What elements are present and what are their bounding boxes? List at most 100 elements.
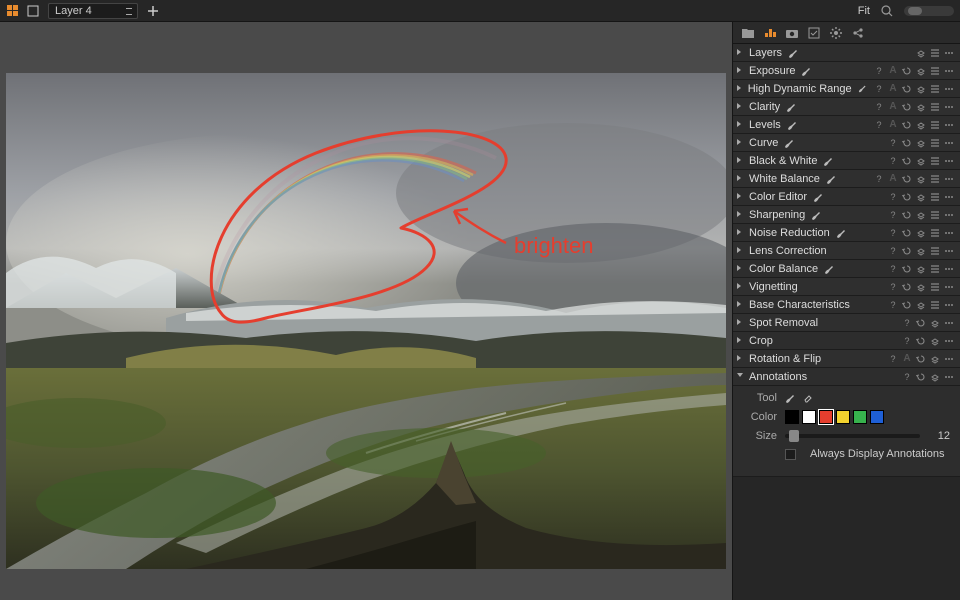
panel-header-color-editor[interactable]: Color Editor? (733, 188, 960, 206)
browser-grid-icon[interactable] (6, 5, 18, 17)
size-slider[interactable] (785, 434, 920, 438)
menu-icon[interactable] (930, 282, 940, 292)
undo-icon[interactable] (902, 282, 912, 292)
undo-icon[interactable] (902, 138, 912, 148)
local-adjust-brush-icon[interactable] (824, 264, 834, 274)
color-swatch[interactable] (802, 410, 816, 424)
undo-icon[interactable] (916, 318, 926, 328)
panel-header-black-white[interactable]: Black & White? (733, 152, 960, 170)
menu-icon[interactable] (930, 264, 940, 274)
help-icon[interactable]: ? (874, 102, 884, 112)
library-tab-icon[interactable] (741, 26, 755, 40)
copy-icon[interactable] (916, 264, 926, 274)
pen-tool-icon[interactable] (785, 393, 795, 403)
menu-icon[interactable] (930, 228, 940, 238)
more-icon[interactable] (944, 318, 954, 328)
local-adjust-brush-icon[interactable] (813, 192, 823, 202)
copy-icon[interactable] (916, 246, 926, 256)
help-icon[interactable]: ? (888, 192, 898, 202)
auto-icon[interactable]: A (888, 120, 898, 130)
panel-header-white-balance[interactable]: White Balance?A (733, 170, 960, 188)
more-icon[interactable] (944, 210, 954, 220)
local-adjust-brush-icon[interactable] (811, 210, 821, 220)
color-swatch[interactable] (785, 410, 799, 424)
undo-icon[interactable] (916, 336, 926, 346)
menu-icon[interactable] (930, 210, 940, 220)
image-viewer[interactable]: brighten (0, 22, 732, 600)
panel-header-clarity[interactable]: Clarity?A (733, 98, 960, 116)
more-icon[interactable] (944, 264, 954, 274)
menu-icon[interactable] (930, 138, 940, 148)
help-icon[interactable]: ? (874, 84, 884, 94)
undo-icon[interactable] (916, 372, 926, 382)
help-icon[interactable]: ? (888, 354, 898, 364)
magnifier-icon[interactable] (880, 4, 894, 18)
eraser-tool-icon[interactable] (803, 393, 813, 403)
zoom-slider[interactable] (904, 6, 954, 16)
more-icon[interactable] (944, 192, 954, 202)
undo-icon[interactable] (902, 156, 912, 166)
menu-icon[interactable] (930, 300, 940, 310)
more-icon[interactable] (944, 48, 954, 58)
copy-icon[interactable] (930, 354, 940, 364)
crop-toggle-icon[interactable] (26, 4, 40, 18)
local-adjust-brush-icon[interactable] (801, 66, 811, 76)
add-layer-icon[interactable] (146, 4, 160, 18)
layer-select[interactable]: Layer 4 (48, 3, 138, 19)
copy-icon[interactable] (916, 84, 926, 94)
panel-header-base-characteristics[interactable]: Base Characteristics? (733, 296, 960, 314)
undo-icon[interactable] (902, 174, 912, 184)
help-icon[interactable]: ? (888, 246, 898, 256)
panel-header-vignetting[interactable]: Vignetting? (733, 278, 960, 296)
menu-icon[interactable] (930, 84, 940, 94)
color-swatch[interactable] (836, 410, 850, 424)
local-adjust-brush-icon[interactable] (858, 84, 866, 94)
copy-icon[interactable] (916, 48, 926, 58)
copy-icon[interactable] (930, 336, 940, 346)
local-adjust-brush-icon[interactable] (784, 138, 794, 148)
local-adjust-brush-icon[interactable] (786, 102, 796, 112)
help-icon[interactable]: ? (902, 372, 912, 382)
more-icon[interactable] (944, 228, 954, 238)
share-tab-icon[interactable] (851, 26, 865, 40)
help-icon[interactable]: ? (888, 282, 898, 292)
more-icon[interactable] (944, 138, 954, 148)
color-swatch[interactable] (819, 410, 833, 424)
local-adjust-brush-icon[interactable] (826, 174, 836, 184)
more-icon[interactable] (944, 66, 954, 76)
panel-header-layers[interactable]: Layers (733, 44, 960, 62)
undo-icon[interactable] (902, 120, 912, 130)
copy-icon[interactable] (916, 228, 926, 238)
panel-header-rotation-flip[interactable]: Rotation & Flip?A (733, 350, 960, 368)
copy-icon[interactable] (916, 174, 926, 184)
undo-icon[interactable] (902, 102, 912, 112)
undo-icon[interactable] (902, 84, 912, 94)
capture-tab-icon[interactable] (785, 26, 799, 40)
more-icon[interactable] (944, 300, 954, 310)
color-swatch[interactable] (853, 410, 867, 424)
settings-tab-icon[interactable] (829, 26, 843, 40)
more-icon[interactable] (944, 102, 954, 112)
panel-header-spot-removal[interactable]: Spot Removal? (733, 314, 960, 332)
auto-icon[interactable]: A (888, 84, 898, 94)
color-swatch[interactable] (870, 410, 884, 424)
help-icon[interactable]: ? (874, 174, 884, 184)
panel-header-color-balance[interactable]: Color Balance? (733, 260, 960, 278)
undo-icon[interactable] (902, 66, 912, 76)
copy-icon[interactable] (930, 372, 940, 382)
copy-icon[interactable] (916, 138, 926, 148)
help-icon[interactable]: ? (874, 120, 884, 130)
auto-icon[interactable]: A (888, 66, 898, 76)
copy-icon[interactable] (916, 210, 926, 220)
menu-icon[interactable] (930, 174, 940, 184)
panel-header-sharpening[interactable]: Sharpening? (733, 206, 960, 224)
menu-icon[interactable] (930, 156, 940, 166)
zoom-fit-label[interactable]: Fit (858, 5, 870, 17)
more-icon[interactable] (944, 246, 954, 256)
undo-icon[interactable] (902, 246, 912, 256)
local-adjust-brush-icon[interactable] (787, 120, 797, 130)
copy-icon[interactable] (916, 156, 926, 166)
copy-icon[interactable] (930, 318, 940, 328)
menu-icon[interactable] (930, 120, 940, 130)
copy-icon[interactable] (916, 192, 926, 202)
